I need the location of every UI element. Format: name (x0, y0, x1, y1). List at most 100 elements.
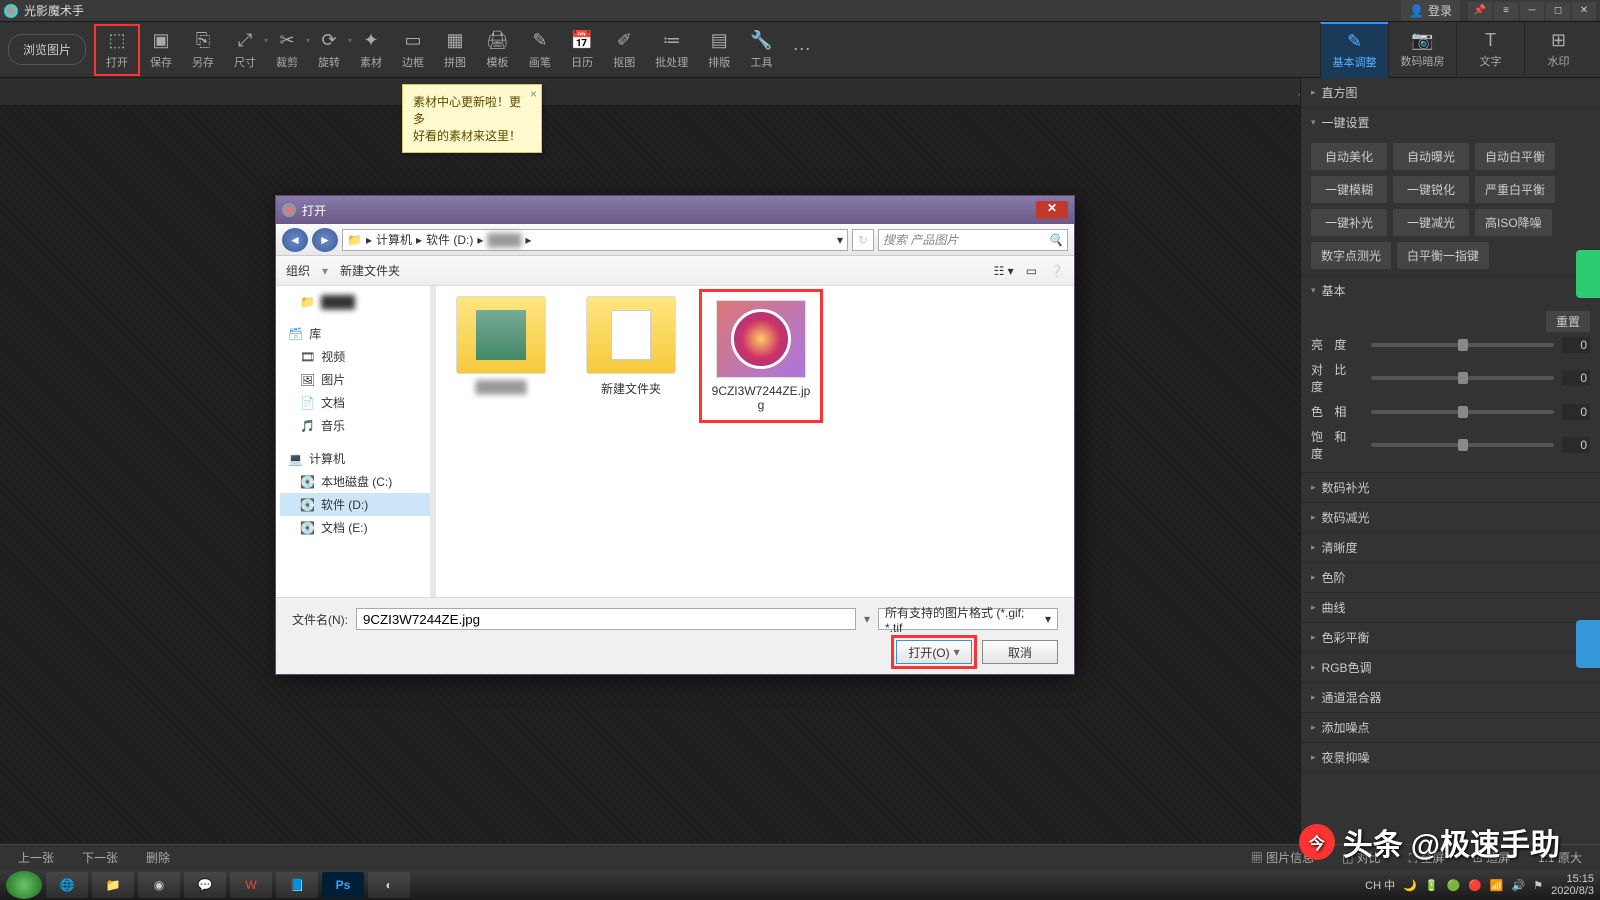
section-basic[interactable]: ▾基本 (1301, 276, 1600, 305)
quick-fill-light[interactable]: 一键补光 (1311, 209, 1387, 236)
address-bar[interactable]: 📁 ▸计算机 ▸软件 (D:) ▸████▸ ▾ (342, 229, 848, 251)
saturation-slider[interactable] (1371, 443, 1554, 447)
material-button[interactable]: ✦素材 (350, 26, 392, 74)
taskbar-app-2[interactable]: 📘 (276, 872, 318, 898)
section-reduce-light[interactable]: ▸数码减光 (1301, 503, 1600, 532)
section-levels[interactable]: ▸色阶 (1301, 563, 1600, 592)
tab-darkroom[interactable]: 📷数码暗房 (1388, 22, 1456, 78)
chevron-down-icon[interactable]: ▾ (837, 233, 843, 247)
next-image-button[interactable]: 下一张 (74, 847, 126, 868)
prev-image-button[interactable]: 上一张 (10, 847, 62, 868)
forward-button[interactable]: ► (312, 228, 338, 252)
tray-icon[interactable]: 🔴 (1468, 879, 1482, 892)
open-confirm-button[interactable]: 打开(O)▾ (896, 640, 972, 664)
back-button[interactable]: ◄ (282, 228, 308, 252)
minimize-button[interactable]: ─ (1520, 2, 1544, 20)
tree-music[interactable]: 🎵音乐 (280, 414, 431, 437)
open-button[interactable]: ⬚打开 (94, 24, 140, 76)
quick-auto-wb[interactable]: 自动白平衡 (1475, 143, 1555, 170)
section-add-noise[interactable]: ▸添加噪点 (1301, 713, 1600, 742)
view-options-button[interactable]: ☷ ▾ (994, 264, 1014, 278)
quick-wb-onekey[interactable]: 白平衡一指键 (1397, 242, 1489, 269)
file-item-folder-1[interactable]: ██████ (446, 296, 556, 394)
batch-button[interactable]: ≔批处理 (645, 26, 698, 74)
search-input[interactable]: 搜索 产品图片🔍 (878, 229, 1068, 251)
help-button[interactable]: ❔ (1049, 264, 1064, 278)
tray-icon[interactable]: 📶 (1490, 879, 1504, 892)
layout-button[interactable]: ▤排版 (698, 26, 740, 74)
quick-reduce-light[interactable]: 一键减光 (1393, 209, 1469, 236)
new-folder-button[interactable]: 新建文件夹 (340, 262, 400, 279)
side-widget-1[interactable] (1576, 250, 1600, 298)
start-button[interactable] (6, 871, 42, 899)
tree-library[interactable]: 🗃库 (280, 322, 431, 345)
brightness-slider[interactable] (1371, 343, 1554, 347)
quick-blur[interactable]: 一键模糊 (1311, 176, 1387, 203)
tree-ddrive[interactable]: 💽软件 (D:) (280, 493, 431, 516)
tray-icon[interactable]: 🔋 (1425, 879, 1439, 892)
menu-button[interactable]: ≡ (1494, 2, 1518, 20)
preview-pane-button[interactable]: ▭ (1026, 264, 1037, 278)
tray-icon[interactable]: 🌙 (1403, 879, 1417, 892)
tree-documents[interactable]: 📄文档 (280, 391, 431, 414)
tree-video[interactable]: 🎞视频 (280, 345, 431, 368)
tree-computer[interactable]: 💻计算机 (280, 447, 431, 470)
side-widget-2[interactable] (1576, 620, 1600, 668)
quick-auto-beautify[interactable]: 自动美化 (1311, 143, 1387, 170)
browse-images-button[interactable]: 浏览图片 (8, 34, 86, 65)
taskbar-app-1[interactable]: ◉ (138, 872, 180, 898)
border-button[interactable]: ▭边框 (392, 26, 434, 74)
section-quick[interactable]: ▾一键设置 (1301, 108, 1600, 137)
close-button[interactable]: ✕ (1572, 2, 1596, 20)
tab-basic-adjust[interactable]: ✎基本调整 (1320, 22, 1388, 78)
taskbar-neoimaging[interactable]: ◐ (368, 872, 410, 898)
template-button[interactable]: 🖨模板 (476, 26, 519, 74)
reset-button[interactable]: 重置 (1546, 311, 1590, 332)
rotate-button[interactable]: ⟳旋转▾ (308, 26, 350, 74)
organize-menu[interactable]: 组织 (286, 262, 310, 279)
dialog-titlebar[interactable]: 打开 ✕ (276, 196, 1074, 224)
tree-edrive[interactable]: 💽文档 (E:) (280, 516, 431, 539)
ime-indicator[interactable]: CH 中 (1365, 877, 1395, 893)
file-item-image-selected[interactable]: 9CZI3W7244ZE.jpg (706, 296, 816, 416)
quick-iso-denoise[interactable]: 高ISO降噪 (1475, 209, 1552, 236)
contrast-slider[interactable] (1371, 376, 1554, 380)
hue-slider[interactable] (1371, 410, 1554, 414)
brush-button[interactable]: ✎画笔 (519, 26, 561, 74)
tree-pictures[interactable]: 🖼图片 (280, 368, 431, 391)
section-channel-mixer[interactable]: ▸通道混合器 (1301, 683, 1600, 712)
puzzle-button[interactable]: ▦拼图 (434, 26, 476, 74)
size-button[interactable]: ⤢尺寸▾ (224, 26, 266, 74)
filename-input[interactable] (356, 608, 856, 630)
tab-text[interactable]: T文字 (1456, 22, 1524, 78)
taskbar-ie[interactable]: 🌐 (46, 872, 88, 898)
quick-severe-wb[interactable]: 严重白平衡 (1475, 176, 1555, 203)
section-night-denoise[interactable]: ▸夜景抑噪 (1301, 743, 1600, 772)
calendar-button[interactable]: 📅日历 (561, 26, 603, 74)
cutout-button[interactable]: ✐抠图 (603, 26, 645, 74)
login-button[interactable]: 👤登录 (1401, 0, 1460, 21)
pin-button[interactable]: 📌 (1468, 2, 1492, 20)
dialog-close-button[interactable]: ✕ (1036, 201, 1068, 219)
file-filter-select[interactable]: 所有支持的图片格式 (*.gif; *.tif▾ (878, 608, 1058, 630)
taskbar-explorer[interactable]: 📁 (92, 872, 134, 898)
tray-icon[interactable]: 🔊 (1512, 879, 1526, 892)
quick-sharpen[interactable]: 一键锐化 (1393, 176, 1469, 203)
quick-spot-meter[interactable]: 数字点测光 (1311, 242, 1391, 269)
crop-button[interactable]: ✂裁剪▾ (266, 26, 308, 74)
cancel-button[interactable]: 取消 (982, 640, 1058, 664)
tab-watermark[interactable]: ⊞水印 (1524, 22, 1592, 78)
tray-icon[interactable]: ⚑ (1533, 879, 1543, 892)
section-rgb-tone[interactable]: ▸RGB色调 (1301, 653, 1600, 682)
taskbar-wps[interactable]: W (230, 872, 272, 898)
quick-auto-exposure[interactable]: 自动曝光 (1393, 143, 1469, 170)
tree-item[interactable]: 📁████ (280, 292, 431, 312)
save-button[interactable]: ▣保存 (140, 26, 182, 74)
tooltip-close-icon[interactable]: × (530, 87, 537, 101)
save-as-button[interactable]: ⎘另存 (182, 26, 224, 74)
file-item-folder-2[interactable]: 新建文件夹 (576, 296, 686, 397)
refresh-button[interactable]: ↻ (852, 229, 874, 251)
section-clarity[interactable]: ▸清晰度 (1301, 533, 1600, 562)
delete-button[interactable]: 删除 (138, 847, 178, 868)
section-curves[interactable]: ▸曲线 (1301, 593, 1600, 622)
